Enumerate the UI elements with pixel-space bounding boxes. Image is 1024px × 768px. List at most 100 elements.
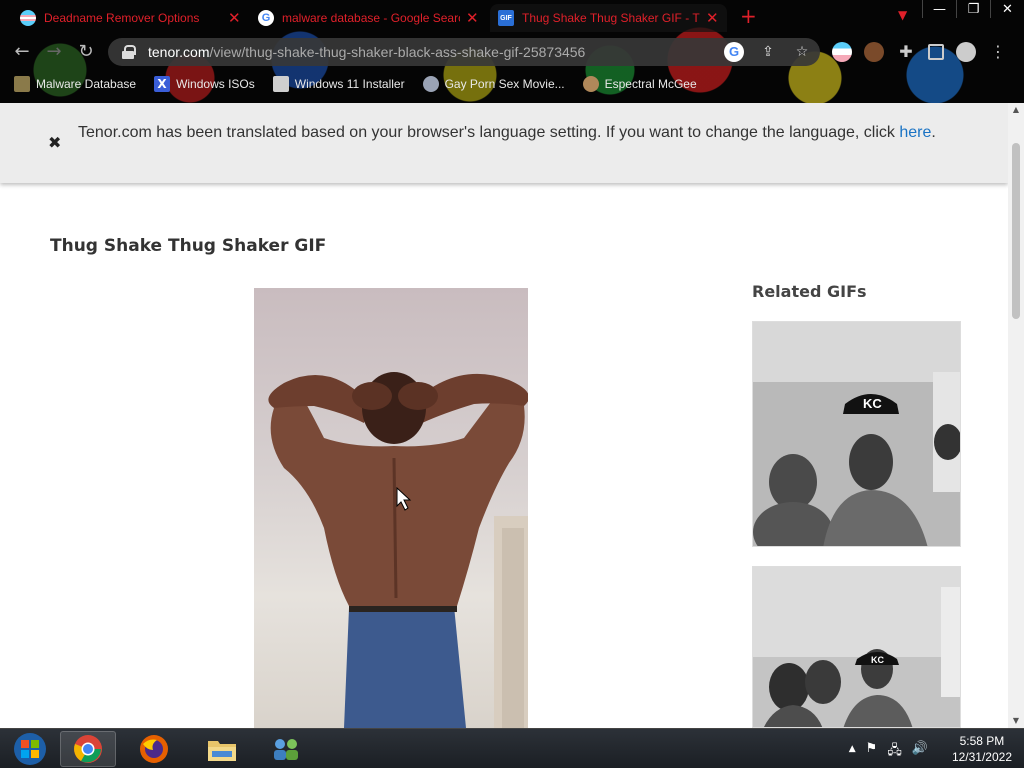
close-window-button[interactable]: ✕ [990,0,1024,18]
bookmark-label: Windows 11 Installer [294,77,405,91]
related-gif-2[interactable]: KC [752,566,961,728]
avatar-icon [582,76,599,92]
minimize-button[interactable]: — [922,0,956,18]
extensions-area: ✚ ⋮ [832,42,1008,62]
close-tab-icon[interactable]: ✕ [466,9,479,27]
gif-title: Thug Shake Thug Shaker GIF [50,236,327,256]
bookmark-star-icon[interactable]: ☆ [792,42,812,62]
related-gif-1-illustration: KC [753,322,960,546]
share-icon[interactable]: ⇪ [758,42,778,62]
restore-button[interactable]: ❐ [956,0,990,18]
right-hand-shape [398,382,438,410]
trans-flag-icon [20,10,36,26]
page-icon [272,76,289,92]
folder-icon [208,741,236,761]
tab-title: Deadname Remover Options [44,11,200,25]
start-button[interactable] [2,731,58,767]
tab-title: malware database - Google Search [282,11,460,25]
puzzle-extensions-icon[interactable]: ✚ [896,42,916,62]
malware-icon [14,76,30,92]
translation-message-text: Tenor.com has been translated based on y… [78,124,900,141]
bookmarks-bar: Malware Database X Windows ISOs Windows … [0,72,701,96]
bookmark-label: Malware Database [36,77,137,91]
gif-icon: GIF [498,10,514,26]
bookmark-windows-11-installer[interactable]: Windows 11 Installer [272,76,405,92]
svg-text:KC: KC [871,655,884,665]
taskbar-firefox[interactable] [126,731,182,767]
people-network-icon [274,739,298,760]
volume-icon[interactable]: 🔊 [912,741,928,763]
taskbar-network-app[interactable] [258,731,314,767]
new-tab-button[interactable]: + [740,4,757,28]
related-gifs-heading: Related GIFs [752,282,867,301]
tab-deadname-remover[interactable]: Deadname Remover Options ✕ [12,4,249,32]
close-tab-icon[interactable]: ✕ [228,9,241,27]
tab-search-chevron-icon[interactable]: ▼ [898,8,907,22]
forward-arrow-icon[interactable]: → [42,40,66,64]
taskbar-chrome[interactable] [60,731,116,767]
window-controls: — ❐ ✕ [922,0,1024,18]
reload-icon[interactable]: ↻ [74,40,98,64]
bookmark-label: Windows ISOs [176,77,255,91]
bookmark-windows-isos[interactable]: X Windows ISOs [154,76,255,92]
scroll-down-arrow-icon[interactable]: ▼ [1008,714,1024,728]
door-panel [502,528,524,728]
menu-dots-icon[interactable]: ⋮ [988,42,1008,62]
extension-avatar-icon[interactable] [864,42,884,62]
windows-start-icon [14,733,46,765]
close-tab-icon[interactable]: ✕ [706,9,719,27]
bookmark-label: Espectral McGee [604,77,697,91]
related-gif-2-illustration: KC [753,567,960,727]
trans-extension-icon[interactable] [832,42,852,62]
left-hand-shape [352,382,392,410]
main-gif-image[interactable] [254,288,528,728]
url-host: tenor.com [148,44,210,60]
close-icon[interactable]: ✖ [48,133,61,152]
clock-date: 12/31/2022 [951,750,1012,764]
omnibox-actions: G ⇪ ☆ [724,42,812,62]
browser-toolbar: ← → ↻ tenor.com/view/thug-shake-thug-sha… [0,36,1024,68]
windows-taskbar: ▲ ⚑ 🖧 🔊 5:58 PM 12/31/2022 [0,728,1024,768]
tab-google-search[interactable]: G malware database - Google Search ✕ [250,4,487,32]
show-hidden-icons-chevron-icon[interactable]: ▲ [849,741,856,763]
translation-message-suffix: . [931,124,936,141]
globe-icon [422,76,439,92]
url-path: /view/thug-shake-thug-shaker-black-ass-s… [209,44,586,60]
bookmark-movie-site[interactable]: Gay Porn Sex Movie... [422,76,565,92]
scroll-up-arrow-icon[interactable]: ▲ [1008,103,1024,117]
taskbar-clock[interactable]: 5:58 PM 12/31/2022 [952,733,1012,765]
scrollbar-thumb[interactable] [1012,143,1020,319]
network-icon[interactable]: 🖧 [887,741,902,763]
lock-icon[interactable] [122,45,136,59]
change-language-link[interactable]: here [899,124,931,141]
tab-tenor-gif[interactable]: GIF Thug Shake Thug Shaker GIF - Thug Sh… [490,4,727,32]
profile-avatar-icon[interactable] [956,42,976,62]
action-center-flag-icon[interactable]: ⚑ [866,741,878,763]
page-scrollbar[interactable]: ▲ ▼ [1008,103,1024,728]
spine-line [392,457,398,599]
system-tray: ▲ ⚑ 🖧 🔊 [849,741,928,763]
taskbar-file-explorer[interactable] [194,731,250,767]
address-bar[interactable]: tenor.com/view/thug-shake-thug-shaker-bl… [108,38,820,66]
tab-strip: Deadname Remover Options ✕ G malware dat… [0,0,1024,34]
google-lens-icon[interactable]: G [724,42,744,62]
translation-banner: ✖ Tenor.com has been translated based on… [0,103,1008,183]
jeans-shape [344,606,466,728]
clock-time: 5:58 PM [959,734,1005,748]
x-icon: X [154,76,171,92]
bookmark-espectral-mcgee[interactable]: Espectral McGee [582,76,697,92]
chrome-icon [74,735,102,763]
translation-message: Tenor.com has been translated based on y… [78,121,958,145]
url-text[interactable]: tenor.com/view/thug-shake-thug-shaker-bl… [148,44,585,60]
bookmark-malware-database[interactable]: Malware Database [14,76,136,92]
back-arrow-icon[interactable]: ← [10,40,34,64]
related-gif-1[interactable]: KC [752,321,961,547]
side-panel-icon[interactable] [928,44,944,60]
bookmark-label: Gay Porn Sex Movie... [444,77,565,91]
firefox-icon [140,735,168,763]
gif-illustration [268,372,528,728]
browser-chrome: Deadname Remover Options ✕ G malware dat… [0,0,1024,103]
tab-title: Thug Shake Thug Shaker GIF - Thug Shake [522,11,700,25]
svg-text:KC: KC [863,396,882,411]
web-page: ✖ Tenor.com has been translated based on… [0,103,1008,728]
